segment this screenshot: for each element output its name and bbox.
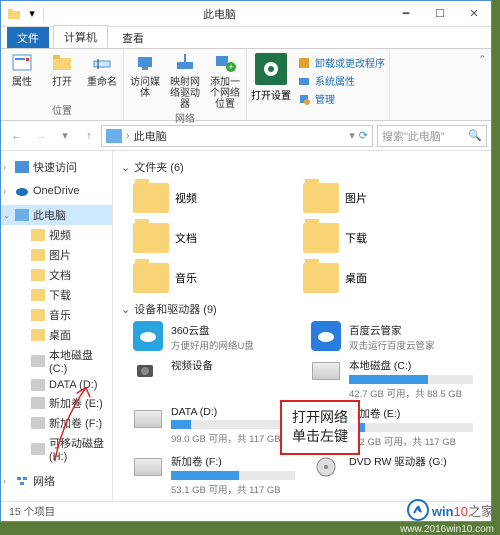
sidebar-network[interactable]: ›网络 xyxy=(1,471,112,491)
drive-baidu[interactable]: 百度云管家双击运行百度云管家 xyxy=(307,321,475,354)
sidebar-documents[interactable]: 文档 xyxy=(1,265,112,285)
hdd-icon xyxy=(134,410,162,428)
tab-view[interactable]: 查看 xyxy=(112,27,154,48)
folder-icon xyxy=(7,7,21,21)
map-drive-button[interactable]: 映射网络驱动器 xyxy=(168,51,202,110)
watermark: win10之家 xyxy=(407,499,494,521)
open-settings-label: 打开设置 xyxy=(251,87,291,102)
up-button[interactable]: ↑ xyxy=(77,125,101,147)
sidebar-this-pc[interactable]: ⌄此电脑 xyxy=(1,205,112,225)
item-count: 15 个项目 xyxy=(9,504,55,519)
folder-pictures[interactable]: 图片 xyxy=(299,179,459,217)
sidebar-local-c[interactable]: 本地磁盘 (C:) xyxy=(1,345,112,377)
folder-desktop[interactable]: 桌面 xyxy=(299,259,459,297)
settings-icon[interactable] xyxy=(255,53,287,85)
tab-computer[interactable]: 计算机 xyxy=(53,25,108,48)
breadcrumb[interactable]: › 此电脑 ▾ ⟳ xyxy=(101,125,373,147)
overflow-icon[interactable]: ▾ xyxy=(25,7,39,21)
system-properties-link[interactable]: 系统属性 xyxy=(297,73,385,88)
ribbon-collapse-icon[interactable]: ⌃ xyxy=(474,49,491,120)
camera-icon xyxy=(131,358,165,384)
section-folders-header[interactable]: ⌄文件夹 (6) xyxy=(121,159,483,175)
title-bar: ▾ 此电脑 ━ ☐ ✕ xyxy=(1,1,491,27)
uninstall-programs-link[interactable]: 卸载或更改程序 xyxy=(297,55,385,70)
minimize-button[interactable]: ━ xyxy=(389,1,423,27)
properties-button[interactable]: 属性 xyxy=(5,51,39,88)
watermark-url: www.2016win10.com xyxy=(400,524,494,535)
logo-icon xyxy=(407,499,429,521)
hdd-icon xyxy=(312,362,340,380)
sidebar-quick-access[interactable]: ›快速访问 xyxy=(1,157,112,177)
ribbon-tabs: 文件 计算机 查看 xyxy=(1,27,491,49)
manage-link[interactable]: 管理 xyxy=(297,91,385,106)
open-button[interactable]: 打开 xyxy=(45,51,79,88)
recent-button[interactable]: ▾ xyxy=(53,125,77,147)
svg-text:+: + xyxy=(228,62,233,72)
drive-h[interactable]: 可移动磁盘 (H:)0.98 GB 可用，共 7.60 GB xyxy=(129,500,297,501)
this-pc-icon xyxy=(106,129,122,143)
address-bar: ← → ▾ ↑ › 此电脑 ▾ ⟳ 搜索"此电脑" 🔍 xyxy=(1,121,491,151)
close-button[interactable]: ✕ xyxy=(457,1,491,27)
drive-c[interactable]: 本地磁盘 (C:)42.7 GB 可用，共 88.5 GB xyxy=(307,356,475,402)
sidebar-pictures[interactable]: 图片 xyxy=(1,245,112,265)
hdd-icon xyxy=(134,458,162,476)
maximize-button[interactable]: ☐ xyxy=(423,1,457,27)
folder-videos[interactable]: 视频 xyxy=(129,179,289,217)
section-drives-header[interactable]: ⌄设备和驱动器 (9) xyxy=(121,301,483,317)
search-placeholder: 搜索"此电脑" xyxy=(382,128,445,144)
drive-d[interactable]: DATA (D:)99.0 GB 可用，共 117 GB xyxy=(129,404,297,450)
add-network-location-button[interactable]: +添加一个网络位置 xyxy=(208,51,242,110)
cloud-icon xyxy=(133,321,163,351)
drive-g[interactable]: DVD RW 驱动器 (G:) xyxy=(307,452,475,498)
access-media-button[interactable]: 访问媒体 xyxy=(128,51,162,99)
sidebar-music[interactable]: 音乐 xyxy=(1,305,112,325)
breadcrumb-label: 此电脑 xyxy=(134,128,167,144)
sidebar-homegroup[interactable]: 家庭组 xyxy=(1,497,112,501)
sidebar-desktop[interactable]: 桌面 xyxy=(1,325,112,345)
tab-file[interactable]: 文件 xyxy=(7,27,49,48)
forward-button[interactable]: → xyxy=(29,125,53,147)
baidu-icon xyxy=(311,321,341,351)
divider xyxy=(43,7,44,21)
sidebar-videos[interactable]: 视频 xyxy=(1,225,112,245)
refresh-icon[interactable]: ⟳ xyxy=(359,129,368,142)
drive-video-device[interactable]: 视频设备 xyxy=(129,356,297,402)
drive-f[interactable]: 新加卷 (F:)53.1 GB 可用，共 117 GB xyxy=(129,452,297,498)
rename-button[interactable]: 重命名 xyxy=(85,51,119,88)
sidebar-downloads[interactable]: 下载 xyxy=(1,285,112,305)
folder-documents[interactable]: 文档 xyxy=(129,219,289,257)
dvd-icon xyxy=(309,454,343,480)
drive-360[interactable]: 360云盘方便好用的网络U盘 xyxy=(129,321,297,354)
folder-music[interactable]: 音乐 xyxy=(129,259,289,297)
window-title: 此电脑 xyxy=(50,6,389,22)
search-input[interactable]: 搜索"此电脑" 🔍 xyxy=(377,125,487,147)
annotation-callout: 打开网络 单击左键 xyxy=(280,400,360,455)
folder-downloads[interactable]: 下载 xyxy=(299,219,459,257)
back-button[interactable]: ← xyxy=(5,125,29,147)
group-label-location: 位置 xyxy=(5,102,119,118)
ribbon: 属性 打开 重命名 位置 访问媒体 映射网络驱动器 +添加一个网络位置 网络 打… xyxy=(1,49,491,121)
search-icon: 🔍 xyxy=(468,129,482,142)
sidebar-onedrive[interactable]: ›OneDrive xyxy=(1,183,112,199)
